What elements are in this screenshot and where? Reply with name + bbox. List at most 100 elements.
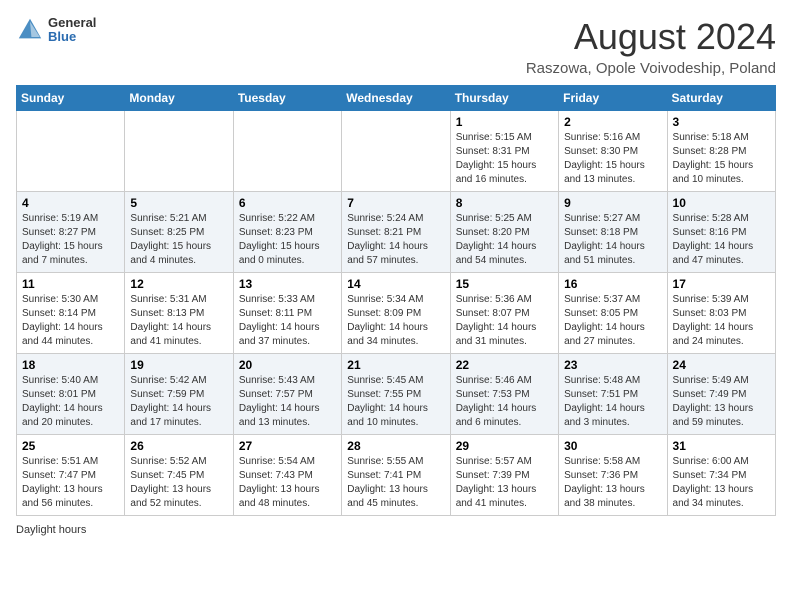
day-number: 12 <box>130 277 227 291</box>
day-info: Sunrise: 5:51 AM Sunset: 7:47 PM Dayligh… <box>22 455 119 511</box>
day-cell: 26Sunrise: 5:52 AM Sunset: 7:45 PM Dayli… <box>125 435 233 516</box>
day-number: 13 <box>239 277 336 291</box>
calendar-table: SundayMondayTuesdayWednesdayThursdayFrid… <box>16 85 776 516</box>
day-number: 8 <box>456 196 553 210</box>
day-cell: 20 Sunrise: 5:43 AM Sunset: 7:57 PM Dayli… <box>233 354 341 435</box>
day-info: Sunrise: 5:33 AM Sunset: 8:11 PM Dayligh… <box>239 293 336 349</box>
daylight-hours-label: Daylight hours <box>16 524 86 536</box>
day-info: Sunrise: 5:57 AM Sunset: 7:39 PM Dayligh… <box>456 455 553 511</box>
day-number: 14 <box>347 277 444 291</box>
day-cell: 23 Sunrise: 5:48 AM Sunset: 7:51 PM Dayli… <box>559 354 667 435</box>
day-cell: 11Sunrise: 5:30 AM Sunset: 8:14 PM Dayli… <box>17 273 125 354</box>
day-number: 21 <box>347 358 444 372</box>
day-info: Sunrise: 5:48 AM Sunset: 7:51 PM Dayligh… <box>564 374 661 430</box>
day-info: Sunrise: 5:25 AM Sunset: 8:20 PM Dayligh… <box>456 212 553 268</box>
footer: Daylight hours <box>16 524 776 536</box>
day-number: 17 <box>673 277 770 291</box>
day-header-tuesday: Tuesday <box>233 86 341 111</box>
day-info: Sunrise: 5:39 AM Sunset: 8:03 PM Dayligh… <box>673 293 770 349</box>
day-cell: 22Sunrise: 5:46 AM Sunset: 7:53 PM Dayli… <box>450 354 558 435</box>
day-number: 7 <box>347 196 444 210</box>
day-info: Sunrise: 5:24 AM Sunset: 8:21 PM Dayligh… <box>347 212 444 268</box>
day-number: 9 <box>564 196 661 210</box>
week-row-4: 18Sunrise: 5:40 AM Sunset: 8:01 PM Dayli… <box>17 354 776 435</box>
day-cell: 16 Sunrise: 5:37 AM Sunset: 8:05 PM Dayli… <box>559 273 667 354</box>
day-info: Sunrise: 5:36 AM Sunset: 8:07 PM Dayligh… <box>456 293 553 349</box>
day-number: 26 <box>130 439 227 453</box>
day-number: 23 <box>564 358 661 372</box>
day-cell: 17 Sunrise: 5:39 AM Sunset: 8:03 PM Dayli… <box>667 273 775 354</box>
day-number: 24 <box>673 358 770 372</box>
logo-text: General Blue <box>48 16 96 45</box>
day-number: 22 <box>456 358 553 372</box>
day-number: 30 <box>564 439 661 453</box>
day-info: Sunrise: 6:00 AM Sunset: 7:34 PM Dayligh… <box>673 455 770 511</box>
day-number: 28 <box>347 439 444 453</box>
page-header: General Blue August 2024 Raszowa, Opole … <box>16 16 776 77</box>
day-number: 5 <box>130 196 227 210</box>
day-number: 3 <box>673 115 770 129</box>
day-info: Sunrise: 5:28 AM Sunset: 8:16 PM Dayligh… <box>673 212 770 268</box>
title-block: August 2024 Raszowa, Opole Voivodeship, … <box>526 16 776 77</box>
day-cell <box>17 111 125 192</box>
day-cell: 10 Sunrise: 5:28 AM Sunset: 8:16 PM Dayli… <box>667 192 775 273</box>
day-cell: 25 Sunrise: 5:51 AM Sunset: 7:47 PM Dayli… <box>17 435 125 516</box>
day-cell: 3 Sunrise: 5:18 AM Sunset: 8:28 PM Daylig… <box>667 111 775 192</box>
day-number: 2 <box>564 115 661 129</box>
day-info: Sunrise: 5:19 AM Sunset: 8:27 PM Dayligh… <box>22 212 119 268</box>
day-cell: 13 Sunrise: 5:33 AM Sunset: 8:11 PM Dayli… <box>233 273 341 354</box>
day-info: Sunrise: 5:30 AM Sunset: 8:14 PM Dayligh… <box>22 293 119 349</box>
day-info: Sunrise: 5:18 AM Sunset: 8:28 PM Dayligh… <box>673 131 770 187</box>
subtitle: Raszowa, Opole Voivodeship, Poland <box>526 60 776 77</box>
day-number: 1 <box>456 115 553 129</box>
day-info: Sunrise: 5:16 AM Sunset: 8:30 PM Dayligh… <box>564 131 661 187</box>
day-number: 16 <box>564 277 661 291</box>
logo: General Blue <box>16 16 96 45</box>
day-cell: 18Sunrise: 5:40 AM Sunset: 8:01 PM Dayli… <box>17 354 125 435</box>
day-number: 25 <box>22 439 119 453</box>
day-info: Sunrise: 5:49 AM Sunset: 7:49 PM Dayligh… <box>673 374 770 430</box>
day-number: 19 <box>130 358 227 372</box>
day-cell: 21 Sunrise: 5:45 AM Sunset: 7:55 PM Dayli… <box>342 354 450 435</box>
week-row-5: 25 Sunrise: 5:51 AM Sunset: 7:47 PM Dayli… <box>17 435 776 516</box>
day-header-wednesday: Wednesday <box>342 86 450 111</box>
day-header-saturday: Saturday <box>667 86 775 111</box>
day-number: 18 <box>22 358 119 372</box>
day-info: Sunrise: 5:21 AM Sunset: 8:25 PM Dayligh… <box>130 212 227 268</box>
day-info: Sunrise: 5:45 AM Sunset: 7:55 PM Dayligh… <box>347 374 444 430</box>
day-cell: 9 Sunrise: 5:27 AM Sunset: 8:18 PM Daylig… <box>559 192 667 273</box>
day-info: Sunrise: 5:43 AM Sunset: 7:57 PM Dayligh… <box>239 374 336 430</box>
day-cell: 15Sunrise: 5:36 AM Sunset: 8:07 PM Dayli… <box>450 273 558 354</box>
day-info: Sunrise: 5:22 AM Sunset: 8:23 PM Dayligh… <box>239 212 336 268</box>
day-cell <box>342 111 450 192</box>
day-cell: 5 Sunrise: 5:21 AM Sunset: 8:25 PM Daylig… <box>125 192 233 273</box>
day-cell: 1Sunrise: 5:15 AM Sunset: 8:31 PM Daylig… <box>450 111 558 192</box>
day-info: Sunrise: 5:55 AM Sunset: 7:41 PM Dayligh… <box>347 455 444 511</box>
day-number: 31 <box>673 439 770 453</box>
day-cell: 24 Sunrise: 5:49 AM Sunset: 7:49 PM Dayli… <box>667 354 775 435</box>
day-cell: 4 Sunrise: 5:19 AM Sunset: 8:27 PM Daylig… <box>17 192 125 273</box>
day-number: 20 <box>239 358 336 372</box>
day-info: Sunrise: 5:27 AM Sunset: 8:18 PM Dayligh… <box>564 212 661 268</box>
week-row-1: 1Sunrise: 5:15 AM Sunset: 8:31 PM Daylig… <box>17 111 776 192</box>
logo-icon <box>16 16 44 44</box>
day-number: 29 <box>456 439 553 453</box>
day-cell: 31 Sunrise: 6:00 AM Sunset: 7:34 PM Dayli… <box>667 435 775 516</box>
day-cell: 8 Sunrise: 5:25 AM Sunset: 8:20 PM Daylig… <box>450 192 558 273</box>
day-header-friday: Friday <box>559 86 667 111</box>
day-info: Sunrise: 5:37 AM Sunset: 8:05 PM Dayligh… <box>564 293 661 349</box>
calendar-body: 1Sunrise: 5:15 AM Sunset: 8:31 PM Daylig… <box>17 111 776 516</box>
day-info: Sunrise: 5:34 AM Sunset: 8:09 PM Dayligh… <box>347 293 444 349</box>
week-row-2: 4 Sunrise: 5:19 AM Sunset: 8:27 PM Daylig… <box>17 192 776 273</box>
main-title: August 2024 <box>526 16 776 58</box>
day-number: 4 <box>22 196 119 210</box>
day-cell: 2 Sunrise: 5:16 AM Sunset: 8:30 PM Daylig… <box>559 111 667 192</box>
day-number: 27 <box>239 439 336 453</box>
day-number: 10 <box>673 196 770 210</box>
day-header-sunday: Sunday <box>17 86 125 111</box>
day-cell: 12Sunrise: 5:31 AM Sunset: 8:13 PM Dayli… <box>125 273 233 354</box>
day-cell: 28 Sunrise: 5:55 AM Sunset: 7:41 PM Dayli… <box>342 435 450 516</box>
day-cell: 29 Sunrise: 5:57 AM Sunset: 7:39 PM Dayli… <box>450 435 558 516</box>
logo-general: General <box>48 16 96 30</box>
day-number: 6 <box>239 196 336 210</box>
